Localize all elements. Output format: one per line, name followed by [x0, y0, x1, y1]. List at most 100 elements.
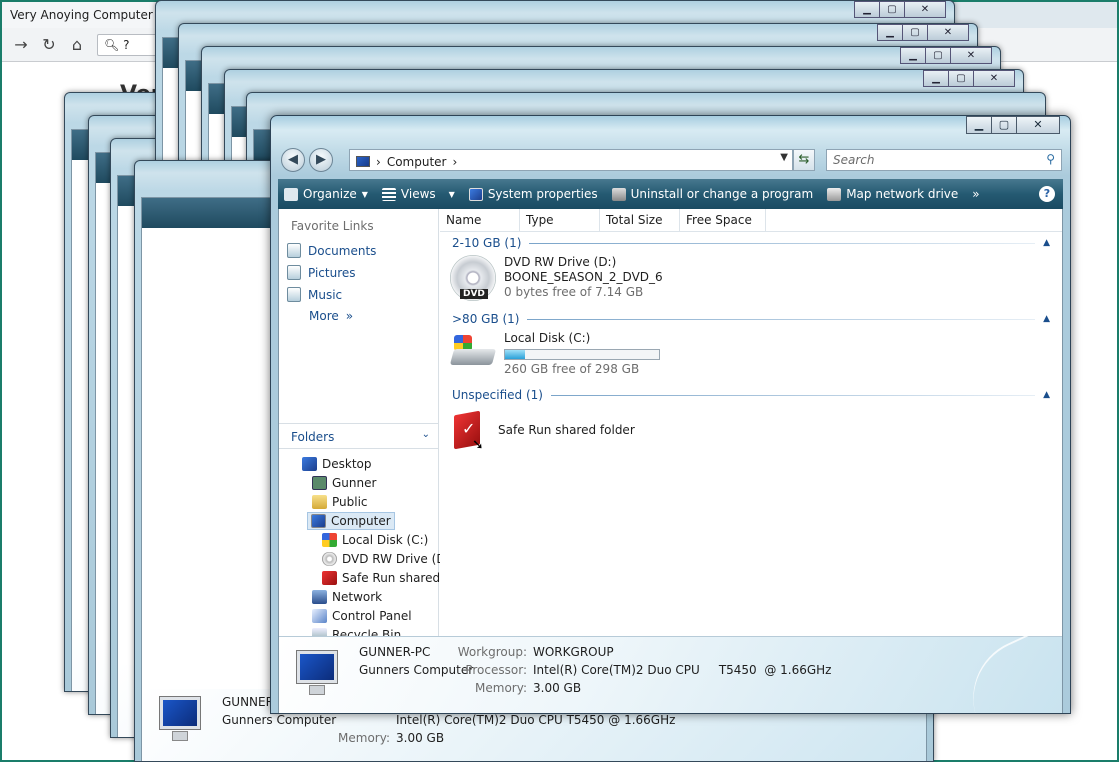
tree-item-gunner[interactable]: Gunner [309, 474, 379, 492]
close-button[interactable]: ✕ [904, 1, 946, 18]
tree-item-control-panel[interactable]: Control Panel [309, 607, 415, 625]
organize-icon [284, 187, 298, 201]
organize-button[interactable]: Organize ▼ [284, 187, 368, 201]
address-location[interactable]: Computer [387, 155, 447, 169]
folders-header[interactable]: Folders ⌄ [279, 423, 438, 449]
uninstall-button[interactable]: Uninstall or change a program [611, 187, 814, 201]
memory-label: Memory: [338, 731, 390, 745]
decorative-swoosh [953, 630, 1061, 713]
processor-value: Intel(R) Core(TM)2 Duo CPU T5450 @ 1.66G… [396, 713, 676, 727]
column-header-total-size[interactable]: Total Size [600, 209, 680, 231]
list-item-safe-run[interactable]: ✓ ➘ Safe Run shared folder [450, 405, 635, 453]
map-network-drive-button[interactable]: Map network drive [827, 187, 958, 201]
caption-buttons: ▁ ▢ ✕ [923, 70, 1015, 87]
tree-item-safe-run[interactable]: Safe Run shared fo [319, 569, 458, 587]
close-button[interactable]: ✕ [927, 24, 969, 41]
tree-item-label: DVD RW Drive (D:) [342, 552, 455, 566]
collapse-icon[interactable]: ▲ [1043, 238, 1050, 248]
reload-icon[interactable]: ↻ [38, 34, 60, 56]
forward-button[interactable]: ▶ [309, 148, 333, 172]
help-button[interactable]: ? [1039, 186, 1055, 202]
tree-item-label: Local Disk (C:) [342, 533, 429, 547]
user-folder-icon [312, 476, 327, 490]
search-input[interactable]: Search ⚲ [826, 149, 1062, 171]
tree-item-label: Network [332, 590, 383, 604]
address-bar[interactable]: › Computer › ▼ [349, 149, 793, 171]
home-icon[interactable]: ⌂ [66, 34, 88, 56]
list-item-local-disk[interactable]: Local Disk (C:) 260 GB free of 298 GB [449, 331, 660, 377]
tree-item-desktop[interactable]: Desktop [299, 455, 375, 473]
maximize-button[interactable]: ▢ [991, 116, 1017, 134]
minimize-button[interactable]: ▁ [966, 116, 992, 134]
column-header-free-space[interactable]: Free Space [680, 209, 766, 231]
back-button[interactable]: ◀ [281, 148, 305, 172]
tree-item-computer[interactable]: Computer [307, 512, 395, 530]
explorer-window[interactable]: ▁ ▢ ✕ ◀ ▶ › Computer › ▼ ⇆ Search ⚲ Organ… [270, 115, 1071, 714]
breadcrumb-separator: › [376, 154, 381, 169]
tree-item-local-disk[interactable]: Local Disk (C:) [319, 531, 431, 549]
tree-item-label: Public [332, 495, 368, 509]
minimize-button[interactable]: ▁ [923, 70, 949, 87]
views-button[interactable]: Views ▼ [381, 187, 455, 201]
collapse-icon[interactable]: ▲ [1043, 314, 1050, 324]
favorite-link-label: Pictures [308, 265, 356, 280]
minimize-button[interactable]: ▁ [877, 24, 903, 41]
maximize-button[interactable]: ▢ [948, 70, 974, 87]
tree-item-public[interactable]: Public [309, 493, 371, 511]
caption-buttons: ▁ ▢ ✕ [877, 24, 969, 41]
browser-tab[interactable]: Very Anoying Computer P [2, 2, 162, 28]
tree-item-label: Safe Run shared fo [342, 571, 456, 585]
tree-item-dvd-drive[interactable]: DVD RW Drive (D:) [319, 550, 457, 568]
tree-item-label: Gunner [332, 476, 377, 490]
group-header[interactable]: >80 GB (1) ▲ [452, 311, 1050, 327]
desktop-icon [302, 457, 317, 471]
close-button[interactable]: ✕ [1016, 116, 1060, 134]
maximize-button[interactable]: ▢ [879, 1, 905, 18]
forward-icon[interactable]: → [10, 34, 32, 56]
folders-label: Folders [291, 430, 335, 444]
disk-usage-fill [505, 350, 526, 359]
map-network-drive-label: Map network drive [846, 187, 959, 201]
memory-value: 3.00 GB [533, 681, 582, 695]
group-label: >80 GB (1) [452, 312, 520, 326]
command-bar: Organize ▼ Views ▼ System properties Unins… [278, 179, 1063, 209]
column-header-type[interactable]: Type [520, 209, 600, 231]
maximize-button[interactable]: ▢ [902, 24, 928, 41]
collapse-icon[interactable]: ▲ [1043, 390, 1050, 400]
pictures-icon [287, 265, 301, 280]
memory-label: Memory: [475, 681, 527, 695]
navigation-row: ◀ ▶ › Computer › ▼ ⇆ Search ⚲ [281, 146, 1062, 174]
refresh-button[interactable]: ⇆ [793, 149, 815, 171]
chevron-down-icon[interactable]: ▼ [780, 152, 788, 163]
list-item-dvd-drive[interactable]: DVD DVD RW Drive (D:) BOONE_SEASON_2_DVD… [450, 255, 663, 301]
minimize-button[interactable]: ▁ [900, 47, 926, 64]
organize-label: Organize [303, 187, 357, 201]
network-icon [312, 590, 327, 604]
uninstall-label: Uninstall or change a program [630, 187, 814, 201]
close-button[interactable]: ✕ [973, 70, 1015, 87]
group-header[interactable]: 2-10 GB (1) ▲ [452, 235, 1050, 251]
group-header[interactable]: Unspecified (1) ▲ [452, 387, 1050, 403]
workgroup-value: WORKGROUP [533, 645, 614, 659]
tree-item-network[interactable]: Network [309, 588, 385, 606]
chevron-down-icon: ⌄ [421, 429, 430, 440]
minimize-button[interactable]: ▁ [854, 1, 880, 18]
memory-value: 3.00 GB [396, 731, 445, 745]
more-commands-button[interactable]: » [972, 187, 979, 201]
tree-item-label: Control Panel [332, 609, 412, 623]
favorite-link-music[interactable]: Music [287, 287, 342, 302]
group-divider [550, 394, 1036, 396]
column-header-name[interactable]: Name [440, 209, 520, 231]
details-pane: GUNNER-PC Gunners Computer Workgroup: WO… [279, 630, 1062, 713]
hard-drive-icon [449, 331, 497, 371]
search-icon[interactable]: ⚲ [1046, 152, 1055, 166]
maximize-button[interactable]: ▢ [925, 47, 951, 64]
close-button[interactable]: ✕ [950, 47, 992, 64]
system-properties-icon [468, 187, 483, 201]
favorite-link-documents[interactable]: Documents [287, 243, 376, 258]
more-links-button[interactable]: More » [309, 309, 353, 323]
favorite-link-pictures[interactable]: Pictures [287, 265, 356, 280]
system-properties-button[interactable]: System properties [468, 187, 598, 201]
search-icon: 🔍︎ [104, 38, 124, 52]
item-free-space: 260 GB free of 298 GB [504, 362, 640, 376]
